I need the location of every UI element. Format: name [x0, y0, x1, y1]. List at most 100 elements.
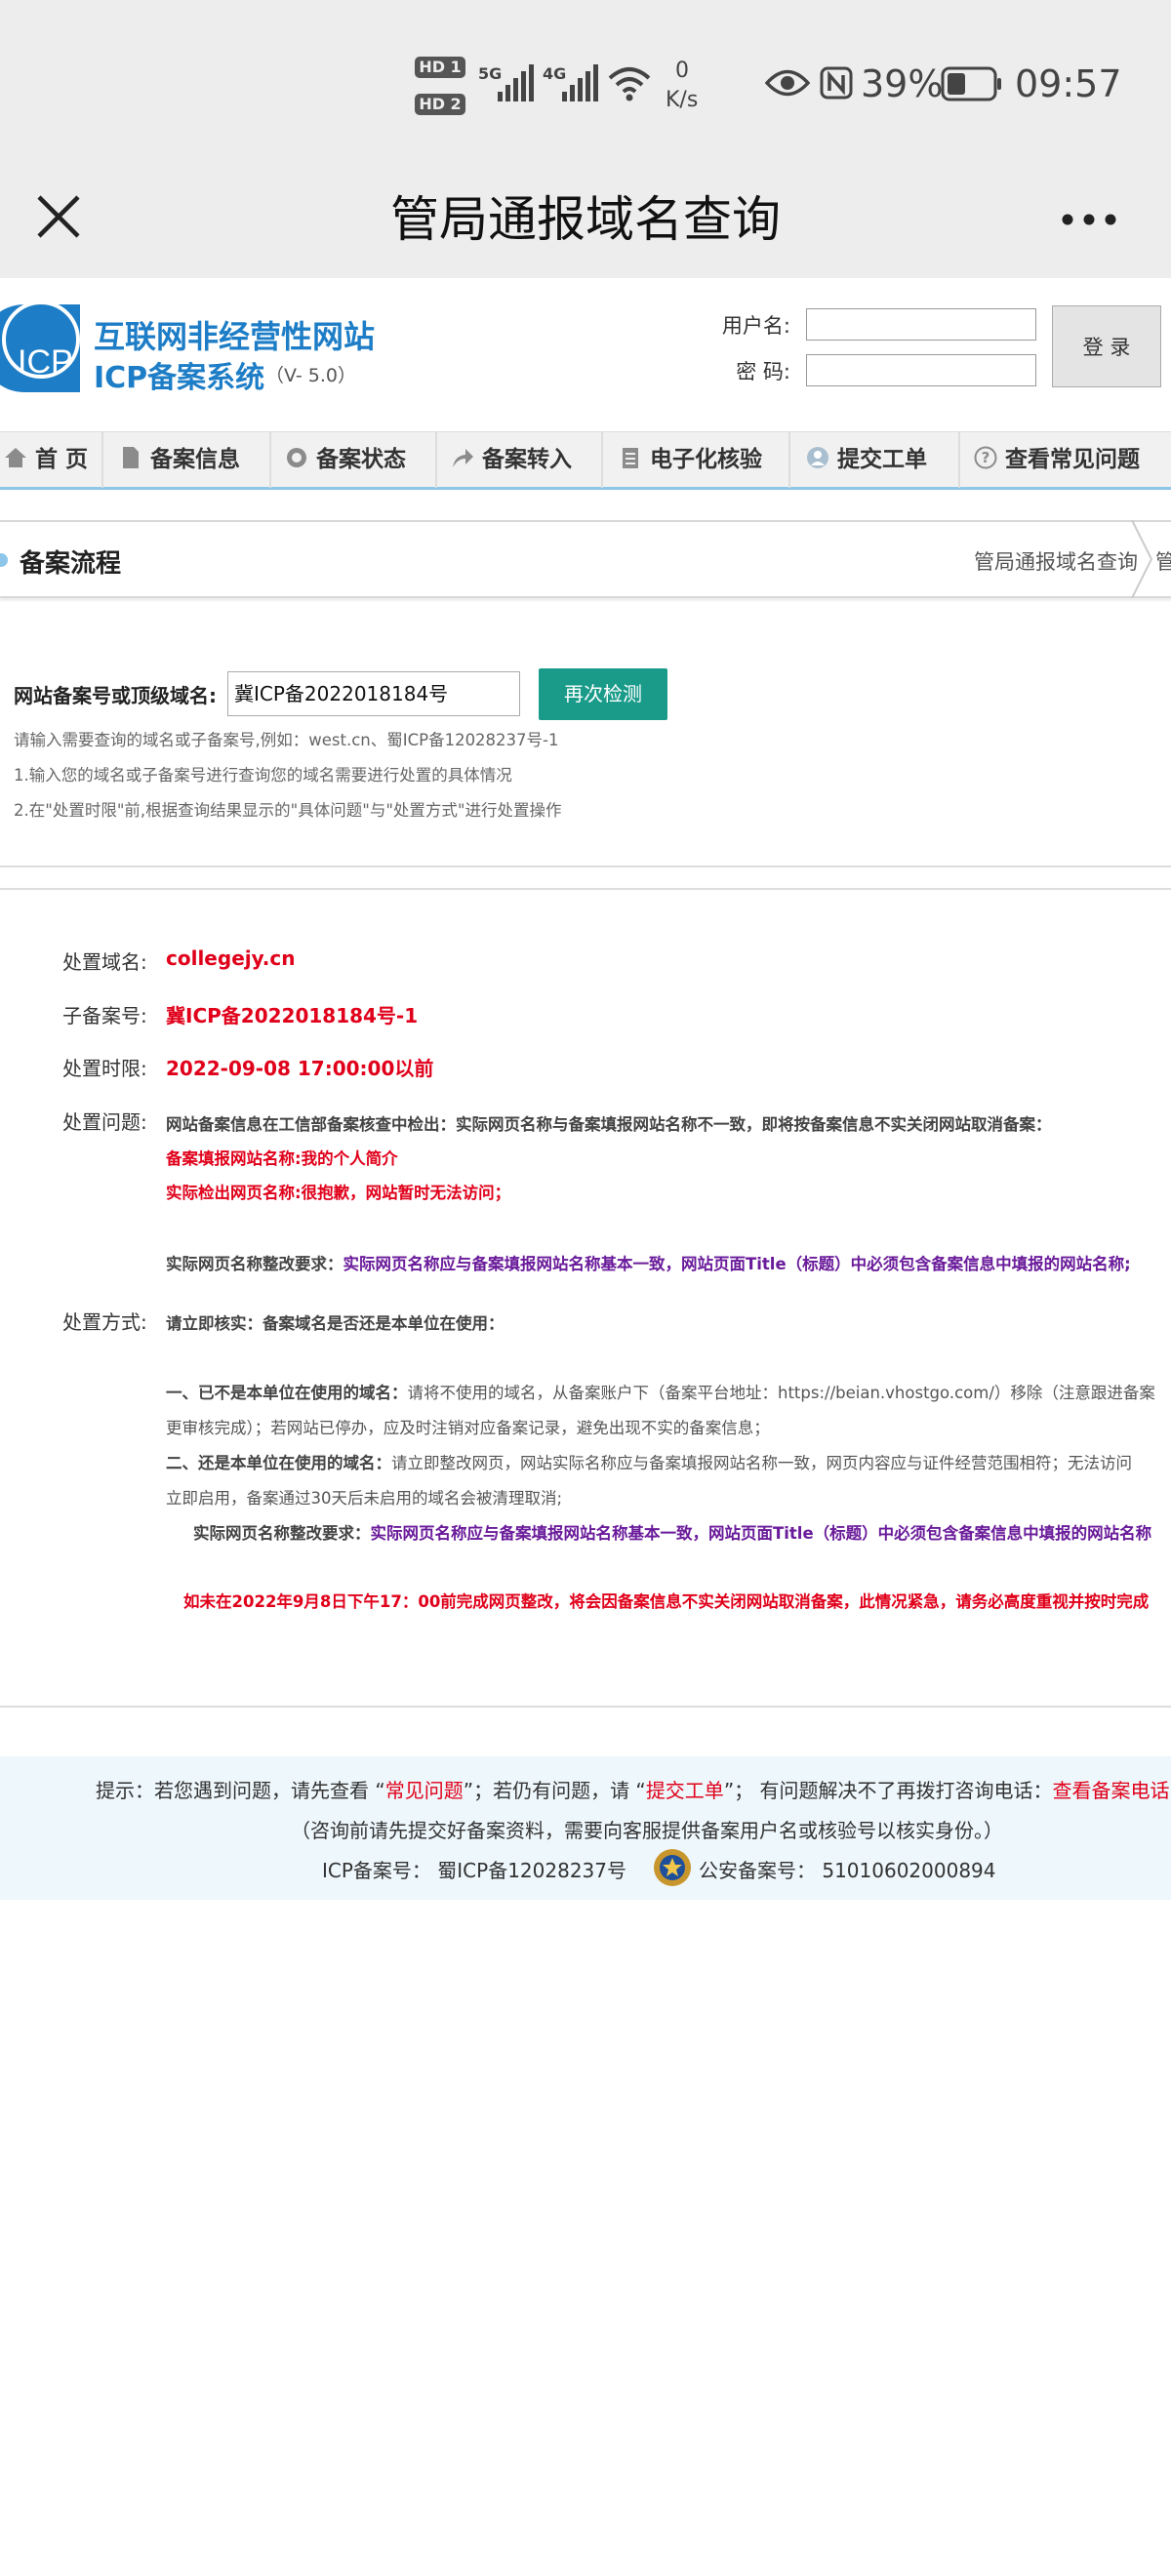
rectify-label: 实际网页名称整改要求：: [166, 1255, 343, 1273]
phone-link[interactable]: 查看备案电话: [1053, 1779, 1170, 1802]
status-gear-icon: [287, 448, 306, 467]
method-option-1: 一、已不是本单位在使用的域名：请将不使用的域名，从备案账户下（备案平台地址：ht…: [166, 1380, 1155, 1403]
query-hint-3: 2.在"处置时限"前,根据查询结果显示的"具体问题"与"处置方式"进行处置操作: [14, 801, 562, 820]
more-options-icon[interactable]: [1059, 210, 1119, 229]
query-hint-1: 请输入需要查询的域名或子备案号,例如：west.cn、蜀ICP备12028237…: [14, 731, 559, 749]
deadline-label: 处置时限:: [62, 1057, 147, 1080]
svg-text:?: ?: [982, 449, 990, 466]
issue-label: 处置问题:: [62, 1110, 147, 1134]
login-button[interactable]: 登 录: [1052, 305, 1161, 387]
nav-item-record-status[interactable]: 备案状态: [273, 432, 437, 488]
breadcrumb-current[interactable]: 管局通报域名查询: [974, 546, 1138, 576]
rectify-label-2: 实际网页名称整改要求：: [193, 1524, 371, 1543]
icp-record-number[interactable]: ICP备案号： 蜀ICP备12028237号: [322, 1855, 626, 1883]
nav-item-faq[interactable]: ? 查看常见问题: [962, 432, 1171, 488]
username-input[interactable]: [806, 308, 1036, 341]
rectify-text-2: 实际网页名称应与备案填报网站名称基本一致，网站页面Title（标题）中必须包含备…: [370, 1524, 1152, 1543]
rectify-text: 实际网页名称应与备案填报网站名称基本一致，网站页面Title（标题）中必须包含备…: [343, 1255, 1131, 1273]
sub-record-value: 冀ICP备2022018184号-1: [166, 1004, 419, 1027]
username-label: 用户名:: [721, 314, 790, 338]
issue-text: 网站备案信息在工信部备案核查中检出：实际网页名称与备案填报网站名称不一致，即将按…: [166, 1115, 1052, 1134]
domain-value: collegejy.cn: [166, 946, 296, 970]
issue-actual-name: 实际检出网页名称:很抱歉，网站暂时无法访问；: [166, 1184, 511, 1202]
faq-link[interactable]: 常见问题: [385, 1779, 464, 1802]
method-intro: 请立即核实：备案域名是否还是本单位在使用：: [166, 1314, 505, 1333]
police-emblem-icon: [654, 1849, 691, 1886]
nav-label: 备案转入: [482, 447, 572, 472]
divider: [0, 865, 1171, 867]
nav-item-submit-ticket[interactable]: 提交工单: [792, 432, 960, 488]
nav-item-home[interactable]: 首 页: [0, 432, 103, 488]
question-icon: ?: [974, 446, 997, 469]
site-name-line1: 互联网非经营性网站: [94, 318, 376, 355]
home-icon: [5, 448, 26, 467]
breadcrumb: 备案流程 管局通报域名查询 管: [0, 520, 1171, 598]
method-option-2-cont: 立即启用，备案通过30天后未启用的域名会被清理取消;: [166, 1489, 563, 1508]
domain-label: 处置域名:: [62, 950, 147, 974]
method-option-2: 二、还是本单位在使用的域名：请立即整改网页，网站实际名称应与备案填报网站名称一致…: [166, 1450, 1132, 1473]
eye-icon: [765, 69, 810, 97]
share-arrow-icon: [453, 449, 473, 467]
rectify-requirement-2: 实际网页名称整改要求：实际网页名称应与备案填报网站名称基本一致，网站页面Titl…: [193, 1520, 1151, 1544]
nav-item-e-verify[interactable]: 电子化核验: [605, 432, 790, 488]
bullet-icon: [0, 553, 8, 567]
breadcrumb-separator-icon: [1131, 520, 1153, 598]
nav-label: 提交工单: [837, 447, 927, 472]
battery-percent: 39%: [861, 62, 944, 105]
method-label: 处置方式:: [62, 1310, 147, 1334]
submit-ticket-link[interactable]: 提交工单: [646, 1779, 724, 1802]
footer-note: （咨询前请先提交好备案资料，需要向客服提供备案用户名或核验号以核实身份。）: [291, 1819, 1003, 1842]
nav-item-record-transfer[interactable]: 备案转入: [439, 432, 603, 488]
password-label: 密 码:: [736, 360, 790, 383]
title-bar: 管局通报域名查询: [0, 161, 1171, 278]
wifi-icon: [608, 67, 651, 101]
main-nav: 首 页 备案信息 备案状态 备案转入 电子化核验 提交工单 ? 查看常见问题: [0, 431, 1171, 490]
nav-label: 首 页: [35, 447, 89, 472]
clock: 09:57: [1015, 62, 1122, 105]
urgent-warning: 如未在2022年9月8日下午17：00前完成网页整改，将会因备案信息不实关闭网站…: [183, 1592, 1150, 1611]
nav-label: 查看常见问题: [1005, 447, 1140, 472]
hd-badge-2: HD 2: [415, 94, 465, 115]
query-label: 网站备案号或顶级域名:: [14, 684, 217, 707]
nfc-icon: [820, 66, 853, 100]
rectify-requirement: 实际网页名称整改要求：实际网页名称应与备案填报网站名称基本一致，网站页面Titl…: [166, 1251, 1131, 1274]
footer-tip-b: ”；若仍有问题，请 “: [463, 1779, 646, 1802]
breadcrumb-next[interactable]: 管: [1155, 546, 1171, 576]
method-option-1-head: 一、已不是本单位在使用的域名：: [166, 1384, 408, 1402]
signal-icon-1: [498, 62, 534, 101]
net-speed-unit: K/s: [666, 88, 699, 112]
hd-badge-1: HD 1: [415, 57, 465, 78]
user-icon: [807, 447, 828, 468]
divider: [0, 1706, 1171, 1708]
footer-tip-c: ”； 有问题解决不了再拨打咨询电话：: [723, 1779, 1053, 1802]
method-option-2-head: 二、还是本单位在使用的域名：: [166, 1454, 391, 1472]
net-speed-value: 0: [675, 59, 689, 83]
footer-tip: 提示：若您遇到问题，请先查看 “常见问题”；若仍有问题，请 “提交工单”； 有问…: [96, 1775, 1170, 1803]
nav-item-record-info[interactable]: 备案信息: [105, 432, 271, 488]
deadline-value: 2022-09-08 17:00:00以前: [166, 1057, 434, 1080]
site-version: （V- 5.0）: [265, 365, 356, 386]
nav-label: 电子化核验: [650, 447, 762, 472]
section-title: 备案流程: [20, 549, 122, 579]
footer-tip-a: 提示：若您遇到问题，请先查看 “: [96, 1779, 385, 1802]
method-option-1-cont: 更审核完成）；若网站已停办，应及时注销对应备案记录，避免出现不实的备案信息；: [166, 1419, 770, 1437]
method-option-1-text: 请将不使用的域名，从备案账户下（备案平台地址：https://beian.vho…: [407, 1384, 1155, 1402]
status-bar: HD 1 HD 2 5G 4G 0 K/s 39% 09:57: [0, 0, 1171, 161]
signal-icon-2: [562, 62, 598, 101]
query-input[interactable]: 冀ICP备2022018184号: [227, 671, 520, 716]
police-record-number[interactable]: 公安备案号： 51010602000894: [699, 1855, 996, 1883]
battery-icon: [941, 66, 1001, 101]
sub-record-label: 子备案号:: [62, 1004, 147, 1027]
icp-logo-text: ICP: [18, 343, 73, 381]
password-input[interactable]: [806, 354, 1036, 386]
nav-label: 备案状态: [316, 447, 406, 472]
divider: [0, 888, 1171, 890]
method-option-2-text: 请立即整改网页，网站实际名称应与备案填报网站名称一致，网页内容应与证件经营范围相…: [391, 1454, 1132, 1472]
site-name-line2: ICP备案系统: [94, 361, 265, 395]
page-title: 管局通报域名查询: [390, 191, 781, 248]
recheck-button[interactable]: 再次检测: [539, 668, 667, 720]
nav-label: 备案信息: [150, 447, 240, 472]
clipboard-icon: [623, 448, 638, 468]
document-icon: [123, 447, 139, 468]
query-hint-2: 1.输入您的域名或子备案号进行查询您的域名需要进行处置的具体情况: [14, 766, 512, 785]
